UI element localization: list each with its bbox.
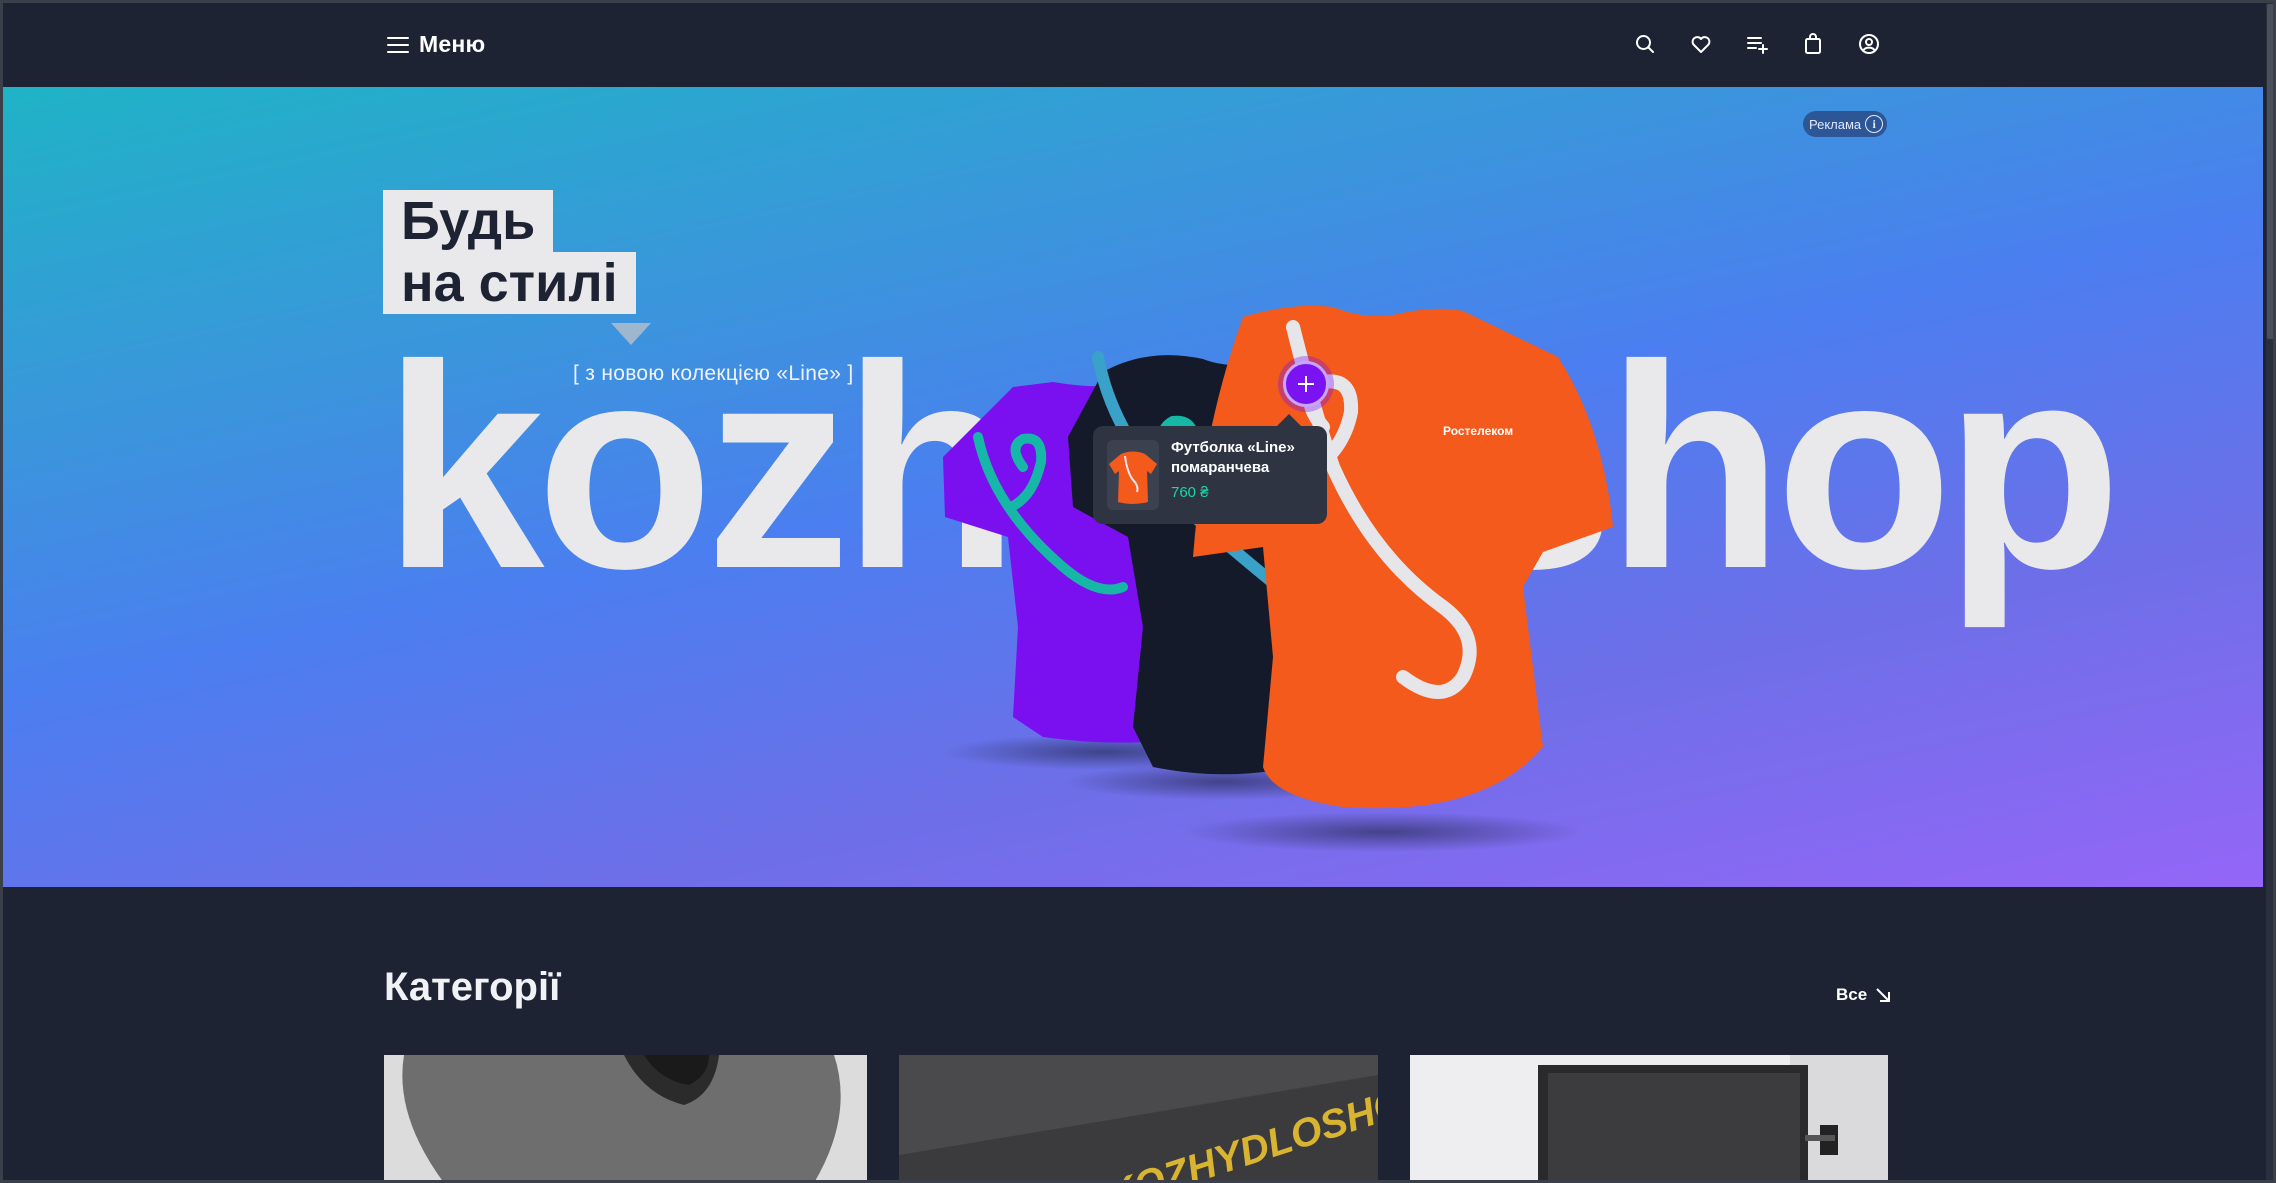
hero-subtitle: [ з новою колекцією «Line» ]: [573, 362, 854, 385]
menu-label: Меню: [419, 31, 486, 57]
ad-label: Реклама: [1809, 116, 1862, 132]
category-card-clothing[interactable]: [384, 1055, 867, 1183]
menu-button[interactable]: Меню: [387, 31, 485, 58]
product-price: 760 ₴: [1171, 484, 1209, 501]
product-name: Футболка «Line» помаранчева: [1171, 439, 1295, 476]
category-card-print[interactable]: KOZHYDLOSHOP: [899, 1055, 1378, 1183]
headline-line-1: Будь: [383, 190, 554, 252]
scrollbar[interactable]: [2266, 0, 2276, 1183]
product-tooltip[interactable]: Футболка «Line» помаранчева 760 ₴: [1093, 414, 1327, 524]
shirt-print: Ростелеком: [1443, 424, 1513, 438]
user-icon[interactable]: [1857, 32, 1881, 56]
categories-title: Категорії: [384, 965, 561, 1009]
hero-headline: Будь на стилі: [383, 190, 651, 345]
category-image-logo-print: KOZHYDLOSHOP: [899, 1055, 1378, 1183]
category-card-displays[interactable]: [1410, 1055, 1888, 1183]
headline-tail: [611, 323, 651, 345]
category-image-hoodie: [384, 1055, 867, 1183]
search-icon[interactable]: [1633, 32, 1657, 56]
product-thumbnail: [1107, 440, 1159, 510]
category-image-monitor: [1410, 1055, 1888, 1183]
categories-all-link[interactable]: Все: [1836, 985, 1893, 1005]
shopping-bag-icon[interactable]: [1801, 32, 1825, 56]
site-header: Меню: [3, 3, 2263, 87]
scrollbar-thumb[interactable]: [2267, 4, 2275, 339]
header-actions: [1633, 32, 1881, 56]
arrow-down-right-icon: [1876, 988, 1891, 1002]
tshirts-illustration: Ростелеком: [943, 305, 1613, 852]
info-icon: i: [1865, 115, 1884, 133]
heart-icon[interactable]: [1689, 32, 1713, 56]
playlist-add-icon[interactable]: [1745, 32, 1769, 56]
headline-line-2: на стилі: [383, 252, 636, 314]
ad-badge[interactable]: Реклама i: [1803, 111, 1888, 137]
all-link-label: Все: [1836, 985, 1868, 1004]
hamburger-icon: [387, 36, 409, 53]
plus-icon: [1298, 376, 1314, 392]
product-hotspot-button[interactable]: [1283, 361, 1329, 407]
